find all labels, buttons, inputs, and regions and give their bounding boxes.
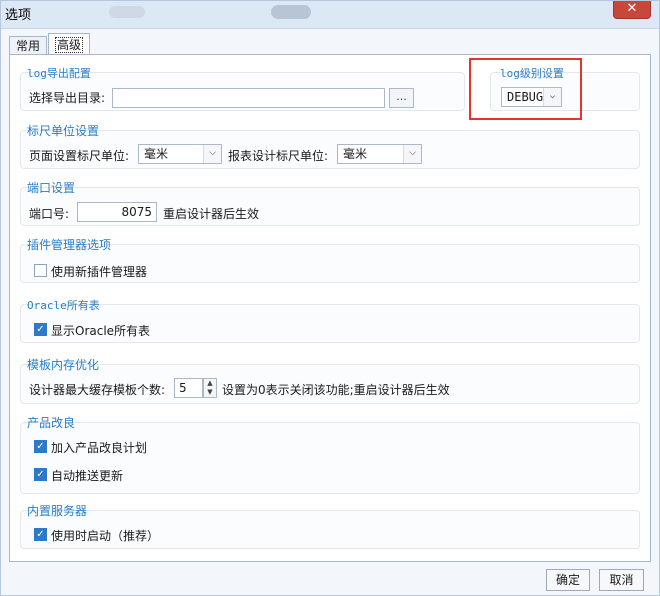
export-dir-input[interactable] <box>112 88 385 108</box>
close-icon: ✕ <box>626 1 638 16</box>
builtin-server-title: 内置服务器 <box>27 504 88 518</box>
join-improve-plan-label: 加入产品改良计划 <box>51 441 148 455</box>
new-plugin-manager-label: 使用新插件管理器 <box>51 265 148 279</box>
check-icon: ✓ <box>36 529 45 540</box>
new-plugin-manager-checkbox[interactable] <box>34 264 47 277</box>
check-icon: ✓ <box>36 469 45 480</box>
auto-push-update-checkbox[interactable]: ✓ <box>34 468 47 481</box>
options-dialog: 选项 ✕ 常用 高级 log导出配置 选择导出目录: ... log级别设置 D… <box>0 0 660 596</box>
report-ruler-value: 毫米 <box>343 147 368 161</box>
start-on-use-checkbox[interactable]: ✓ <box>34 528 47 541</box>
port-hint: 重启设计器后生效 <box>163 207 260 221</box>
chevron-down-icon: ⌵ <box>403 145 421 163</box>
tab-label: 高级 <box>55 37 84 53</box>
plugin-manager-title: 插件管理器选项 <box>27 238 112 252</box>
product-improve-title: 产品改良 <box>27 416 76 430</box>
page-ruler-value: 毫米 <box>144 147 169 161</box>
port-label: 端口号: <box>29 207 70 221</box>
close-button[interactable]: ✕ <box>613 1 651 19</box>
browse-button[interactable]: ... <box>389 88 414 108</box>
title-bar-blur <box>109 6 145 18</box>
report-ruler-label: 报表设计标尺单位: <box>228 149 329 163</box>
export-dir-label: 选择导出目录: <box>29 91 106 105</box>
port-input[interactable]: 8075 <box>77 202 157 222</box>
show-oracle-tables-checkbox[interactable]: ✓ <box>34 323 47 336</box>
spin-up-icon[interactable]: ▲ <box>204 379 216 388</box>
spin-down-icon[interactable]: ▼ <box>204 388 216 397</box>
check-icon: ✓ <box>36 324 45 335</box>
max-cache-stepper[interactable]: ▲ ▼ <box>203 378 217 398</box>
report-ruler-select[interactable]: 毫米 ⌵ <box>337 144 422 164</box>
max-cache-label: 设计器最大缓存模板个数: <box>29 383 166 397</box>
page-ruler-select[interactable]: 毫米 ⌵ <box>138 144 222 164</box>
join-improve-plan-checkbox[interactable]: ✓ <box>34 440 47 453</box>
tab-label: 常用 <box>16 39 41 53</box>
max-cache-input[interactable]: 5 <box>174 378 203 398</box>
max-cache-hint: 设置为0表示关闭该功能;重启设计器后生效 <box>222 383 450 397</box>
title-bar: 选项 ✕ <box>1 1 659 29</box>
highlight-box <box>469 58 582 120</box>
tab-advanced[interactable]: 高级 <box>48 33 90 55</box>
log-export-title: log导出配置 <box>27 67 91 80</box>
page-ruler-label: 页面设置标尺单位: <box>29 149 130 163</box>
auto-push-update-label: 自动推送更新 <box>51 469 124 483</box>
check-icon: ✓ <box>36 441 45 452</box>
start-on-use-label: 使用时启动（推荐） <box>51 529 160 543</box>
template-cache-title: 模板内存优化 <box>27 358 100 372</box>
show-oracle-tables-label: 显示Oracle所有表 <box>51 324 151 338</box>
title-bar-blur <box>271 5 311 19</box>
ruler-unit-title: 标尺单位设置 <box>27 124 100 138</box>
port-title: 端口设置 <box>27 181 76 195</box>
cancel-button[interactable]: 取消 <box>599 569 644 591</box>
chevron-down-icon: ⌵ <box>203 145 221 163</box>
tab-panel-advanced: log导出配置 选择导出目录: ... log级别设置 DEBUG ⌵ 标尺单位… <box>9 54 651 562</box>
ok-button[interactable]: 确定 <box>546 569 590 591</box>
oracle-title: Oracle所有表 <box>27 299 100 312</box>
window-title: 选项 <box>5 8 32 23</box>
tab-common[interactable]: 常用 <box>9 36 47 55</box>
